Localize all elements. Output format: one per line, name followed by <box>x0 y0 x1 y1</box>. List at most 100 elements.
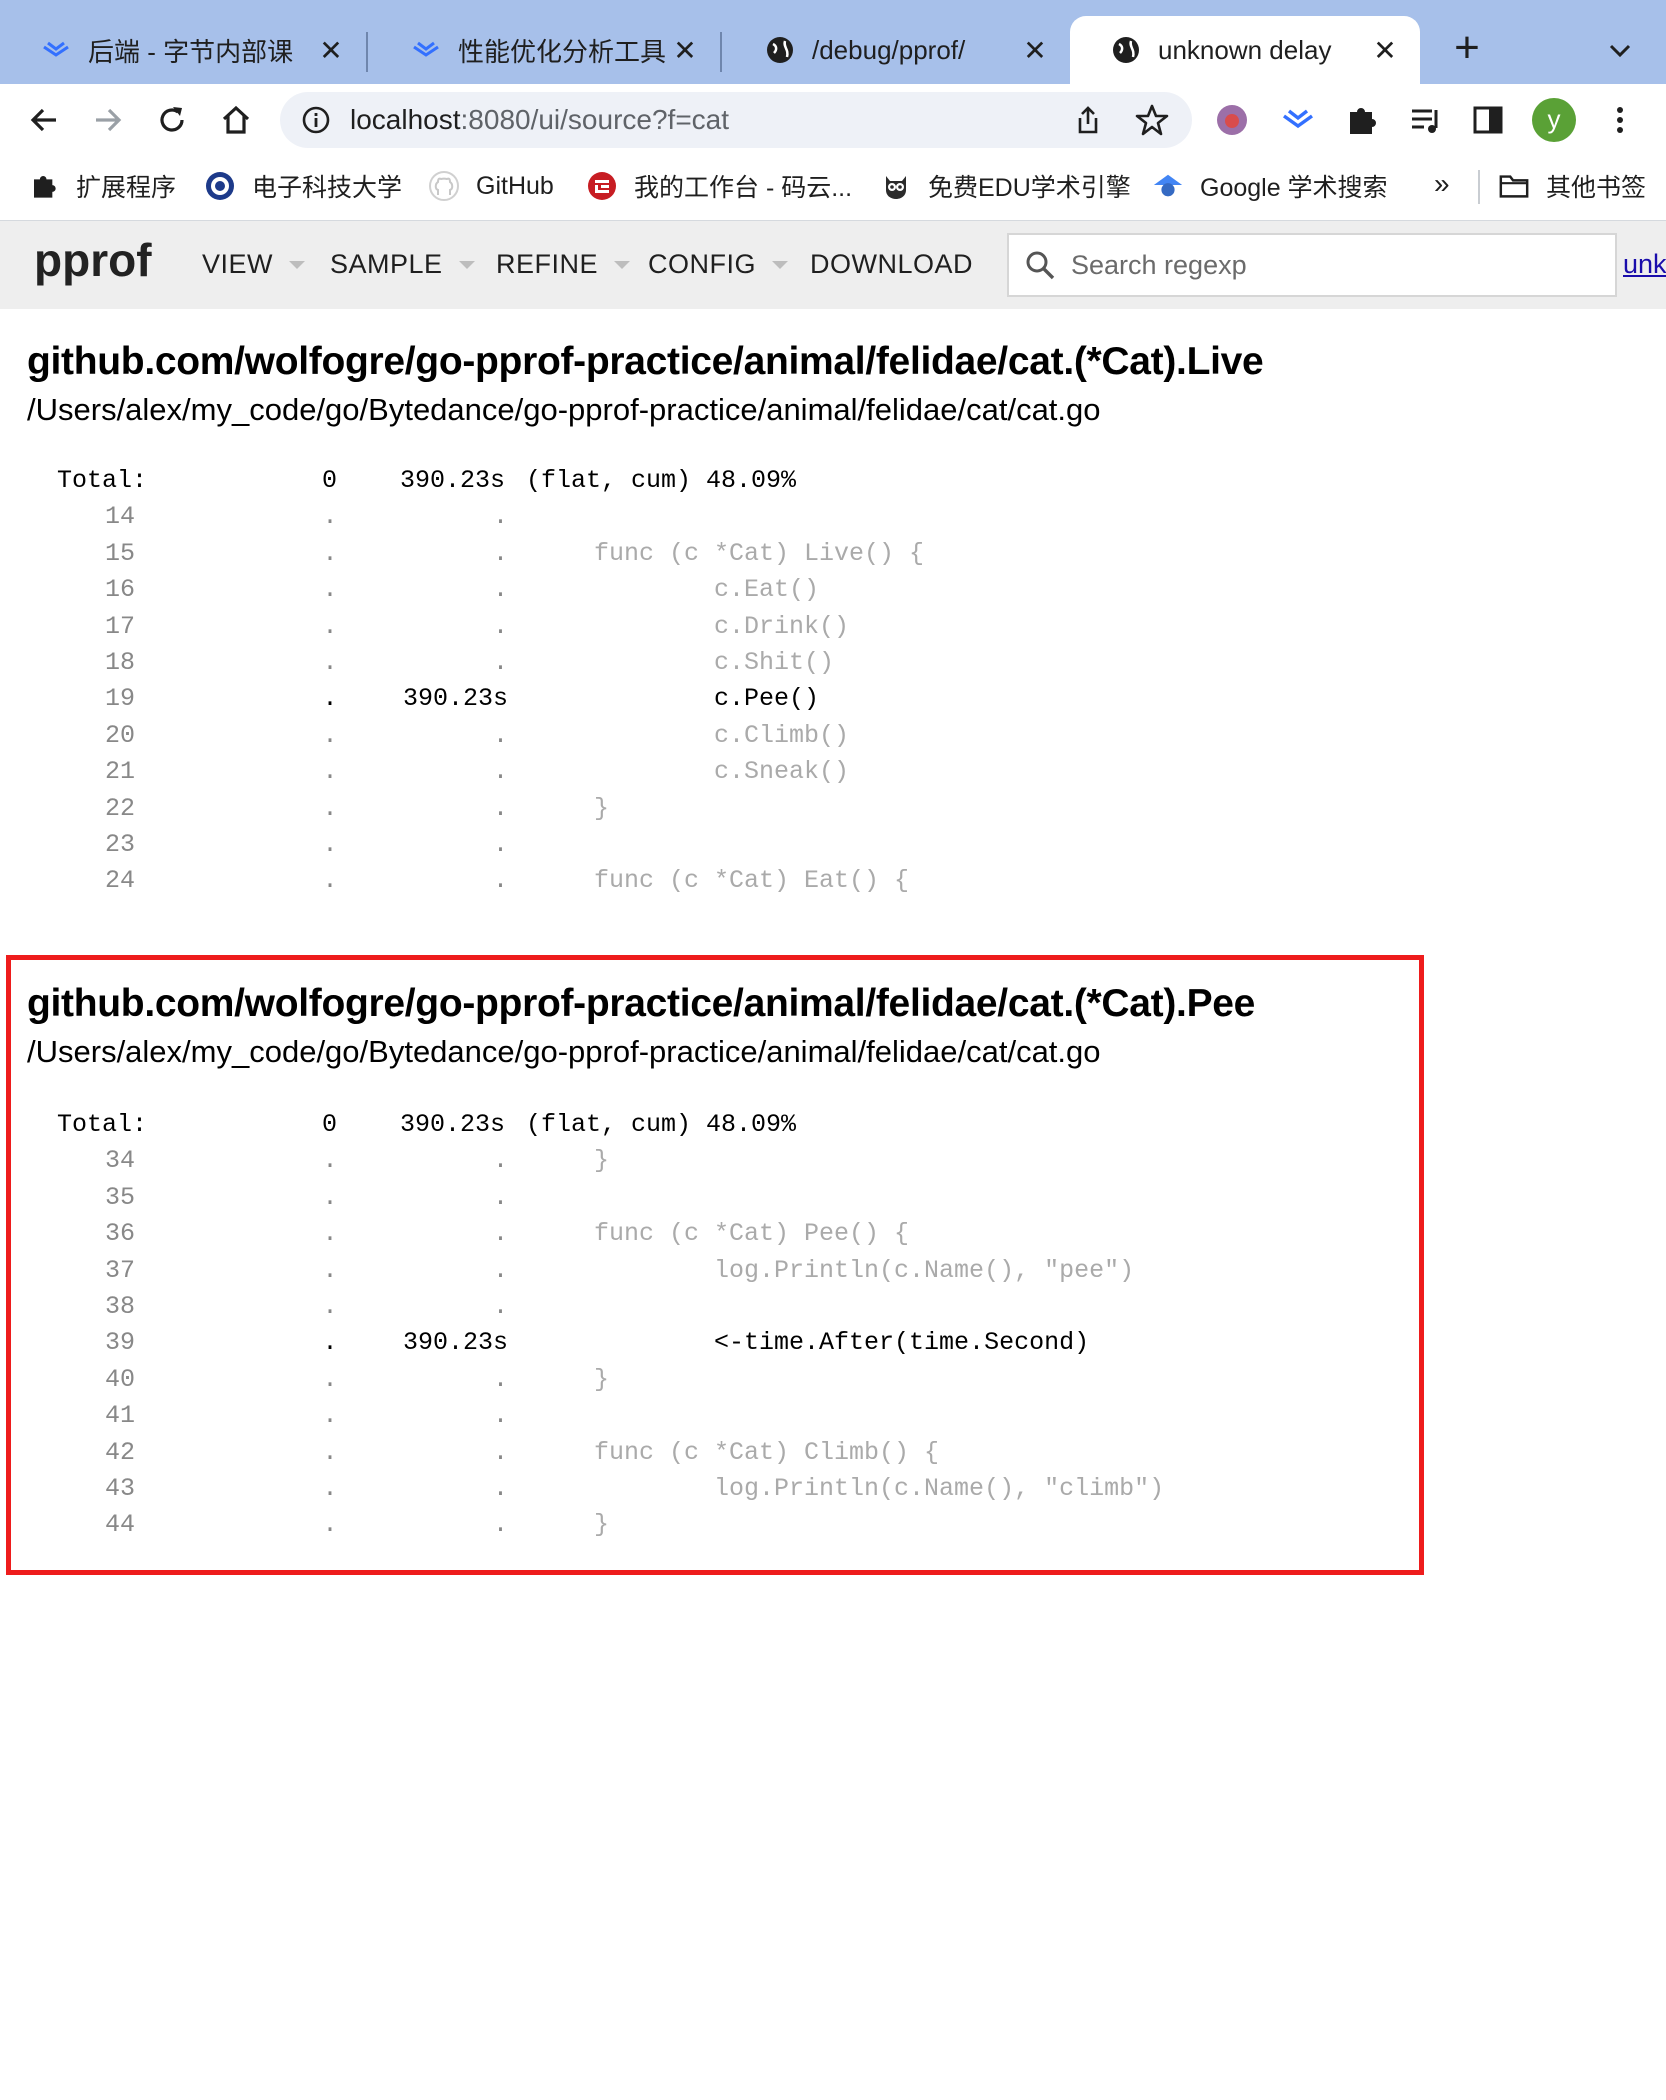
line-number: 35 <box>104 1183 135 1212</box>
menu-refine[interactable]: REFINE <box>496 249 631 280</box>
tab-divider <box>366 32 368 72</box>
source-line: 18.. c.Shit() <box>0 648 1400 684</box>
caret-down-icon <box>458 260 475 269</box>
tab-unknown-delay[interactable]: unknown delay ✕ <box>1070 16 1420 84</box>
lark-icon <box>410 34 442 66</box>
cum-value: 390.23s <box>402 1328 508 1357</box>
line-number: 19 <box>104 684 135 713</box>
search-regexp-box[interactable] <box>1007 233 1617 297</box>
tab-perf-tool[interactable]: 性能优化分析工具 - 字 ✕ <box>370 16 720 84</box>
flat-value: . <box>322 612 338 641</box>
cum-value: . <box>492 648 508 677</box>
address-bar[interactable]: localhost:8080/ui/source?f=cat <box>280 92 1192 148</box>
source-code: log.Println(c.Name(), "pee") <box>594 1256 1135 1285</box>
lark-icon <box>40 34 72 66</box>
arrow-right-icon <box>96 108 122 132</box>
bookmarks-divider <box>1478 170 1480 204</box>
more-menu-icon[interactable] <box>1598 98 1642 142</box>
menu-label: CONFIG <box>648 249 756 279</box>
chevron-down-icon[interactable] <box>1600 30 1640 70</box>
tab-title: unknown delay <box>1158 34 1332 65</box>
total-row: Total: 0 390.23s (flat, cum) 48.09% <box>0 1110 796 1146</box>
menu-download[interactable]: DOWNLOAD <box>810 249 973 280</box>
bookmark-extensions[interactable]: 扩展程序 <box>28 168 176 204</box>
tab-strip: 后端 - 字节内部课 ✕ 性能优化分析工具 - 字 ✕ /debug/pprof… <box>0 0 1666 84</box>
home-button[interactable] <box>214 98 258 142</box>
bookmark-github[interactable]: GitHub <box>428 168 554 204</box>
flat-value: . <box>322 1328 338 1357</box>
close-icon[interactable]: ✕ <box>1020 34 1050 67</box>
total-flat: 0 <box>322 1110 338 1139</box>
search-input[interactable] <box>1069 248 1593 282</box>
source-line: 39. 390.23s <-time.After(time.Second) <box>0 1328 1400 1364</box>
source-line: 17.. c.Drink() <box>0 612 1400 648</box>
media-queue-icon[interactable] <box>1404 98 1448 142</box>
bookmark-label: GitHub <box>476 171 554 200</box>
side-panel-icon[interactable] <box>1466 98 1510 142</box>
menu-view[interactable]: VIEW <box>202 249 306 280</box>
bookmark-other-folder[interactable]: 其他书签 <box>1498 168 1646 204</box>
cum-value: . <box>492 575 508 604</box>
puzzle-icon <box>28 170 60 202</box>
info-icon[interactable] <box>300 104 332 136</box>
line-number: 20 <box>104 721 135 750</box>
menu-config[interactable]: CONFIG <box>648 249 788 280</box>
line-number: 39 <box>104 1328 135 1357</box>
cum-value: . <box>492 1183 508 1212</box>
source-code: c.Drink() <box>594 612 850 641</box>
bookmark-uestc[interactable]: 电子科技大学 <box>204 168 402 204</box>
source-line: 37.. log.Println(c.Name(), "pee") <box>0 1256 1400 1292</box>
home-icon <box>222 105 250 134</box>
unknown-delay-link[interactable]: unk <box>1623 249 1666 280</box>
caret-down-icon <box>772 260 788 269</box>
star-icon[interactable] <box>1134 102 1170 138</box>
folder-icon <box>1498 170 1530 202</box>
close-icon[interactable]: ✕ <box>670 34 700 67</box>
close-icon[interactable]: ✕ <box>316 34 346 67</box>
line-number: 14 <box>104 502 135 531</box>
line-number: 41 <box>104 1401 135 1430</box>
line-number: 15 <box>104 539 135 568</box>
caret-down-icon <box>289 260 306 269</box>
reload-button[interactable] <box>150 98 194 142</box>
university-seal-icon <box>204 170 236 202</box>
bookmark-edu-engine[interactable]: 免费EDU学术引擎 <box>880 168 1131 204</box>
flat-value: . <box>322 721 338 750</box>
bookmarks-overflow-button[interactable]: » <box>1434 168 1450 200</box>
extension-pomodoro-icon[interactable] <box>1210 98 1254 142</box>
flat-value: . <box>322 539 338 568</box>
source-line: 23.. <box>0 830 1400 866</box>
flat-value: . <box>322 1510 338 1539</box>
bookmark-google-scholar[interactable]: Google 学术搜索 <box>1152 168 1388 204</box>
flat-value: . <box>322 830 338 859</box>
extensions-puzzle-icon[interactable] <box>1340 98 1384 142</box>
browser-toolbar: localhost:8080/ui/source?f=cat y <box>0 84 1666 154</box>
forward-button[interactable] <box>86 98 130 142</box>
bookmark-gitee[interactable]: 我的工作台 - 码云... <box>586 168 852 204</box>
close-icon[interactable]: ✕ <box>1370 34 1400 67</box>
source-line: 16.. c.Eat() <box>0 575 1400 611</box>
total-label: Total: <box>57 466 148 495</box>
pprof-logo[interactable]: pprof <box>34 233 152 287</box>
extension-lark-icon[interactable] <box>1276 98 1320 142</box>
flat-value: . <box>322 1183 338 1212</box>
source-code: c.Shit() <box>594 648 835 677</box>
line-number: 22 <box>104 794 135 823</box>
pprof-header: pprof VIEW SAMPLE REFINE CONFIG DOWNLOAD… <box>0 221 1666 309</box>
source-code: c.Climb() <box>594 721 850 750</box>
new-tab-button[interactable]: + <box>1445 26 1489 70</box>
back-button[interactable] <box>22 98 66 142</box>
scholar-icon <box>1152 170 1184 202</box>
tab-backend-course[interactable]: 后端 - 字节内部课 ✕ <box>0 16 366 84</box>
tab-title: /debug/pprof/ <box>812 34 966 65</box>
bookmark-label: 免费EDU学术引擎 <box>928 174 1131 202</box>
line-number: 23 <box>104 830 135 859</box>
tab-debug-pprof[interactable]: /debug/pprof/ ✕ <box>724 16 1070 84</box>
profile-avatar[interactable]: y <box>1532 98 1576 142</box>
globe-icon <box>764 34 796 66</box>
share-icon[interactable] <box>1072 104 1104 136</box>
flat-value: . <box>322 757 338 786</box>
source-line: 40..} <box>0 1365 1400 1401</box>
menu-sample[interactable]: SAMPLE <box>330 249 475 280</box>
source-line: 42.. func (c *Cat) Climb() { <box>0 1438 1400 1474</box>
